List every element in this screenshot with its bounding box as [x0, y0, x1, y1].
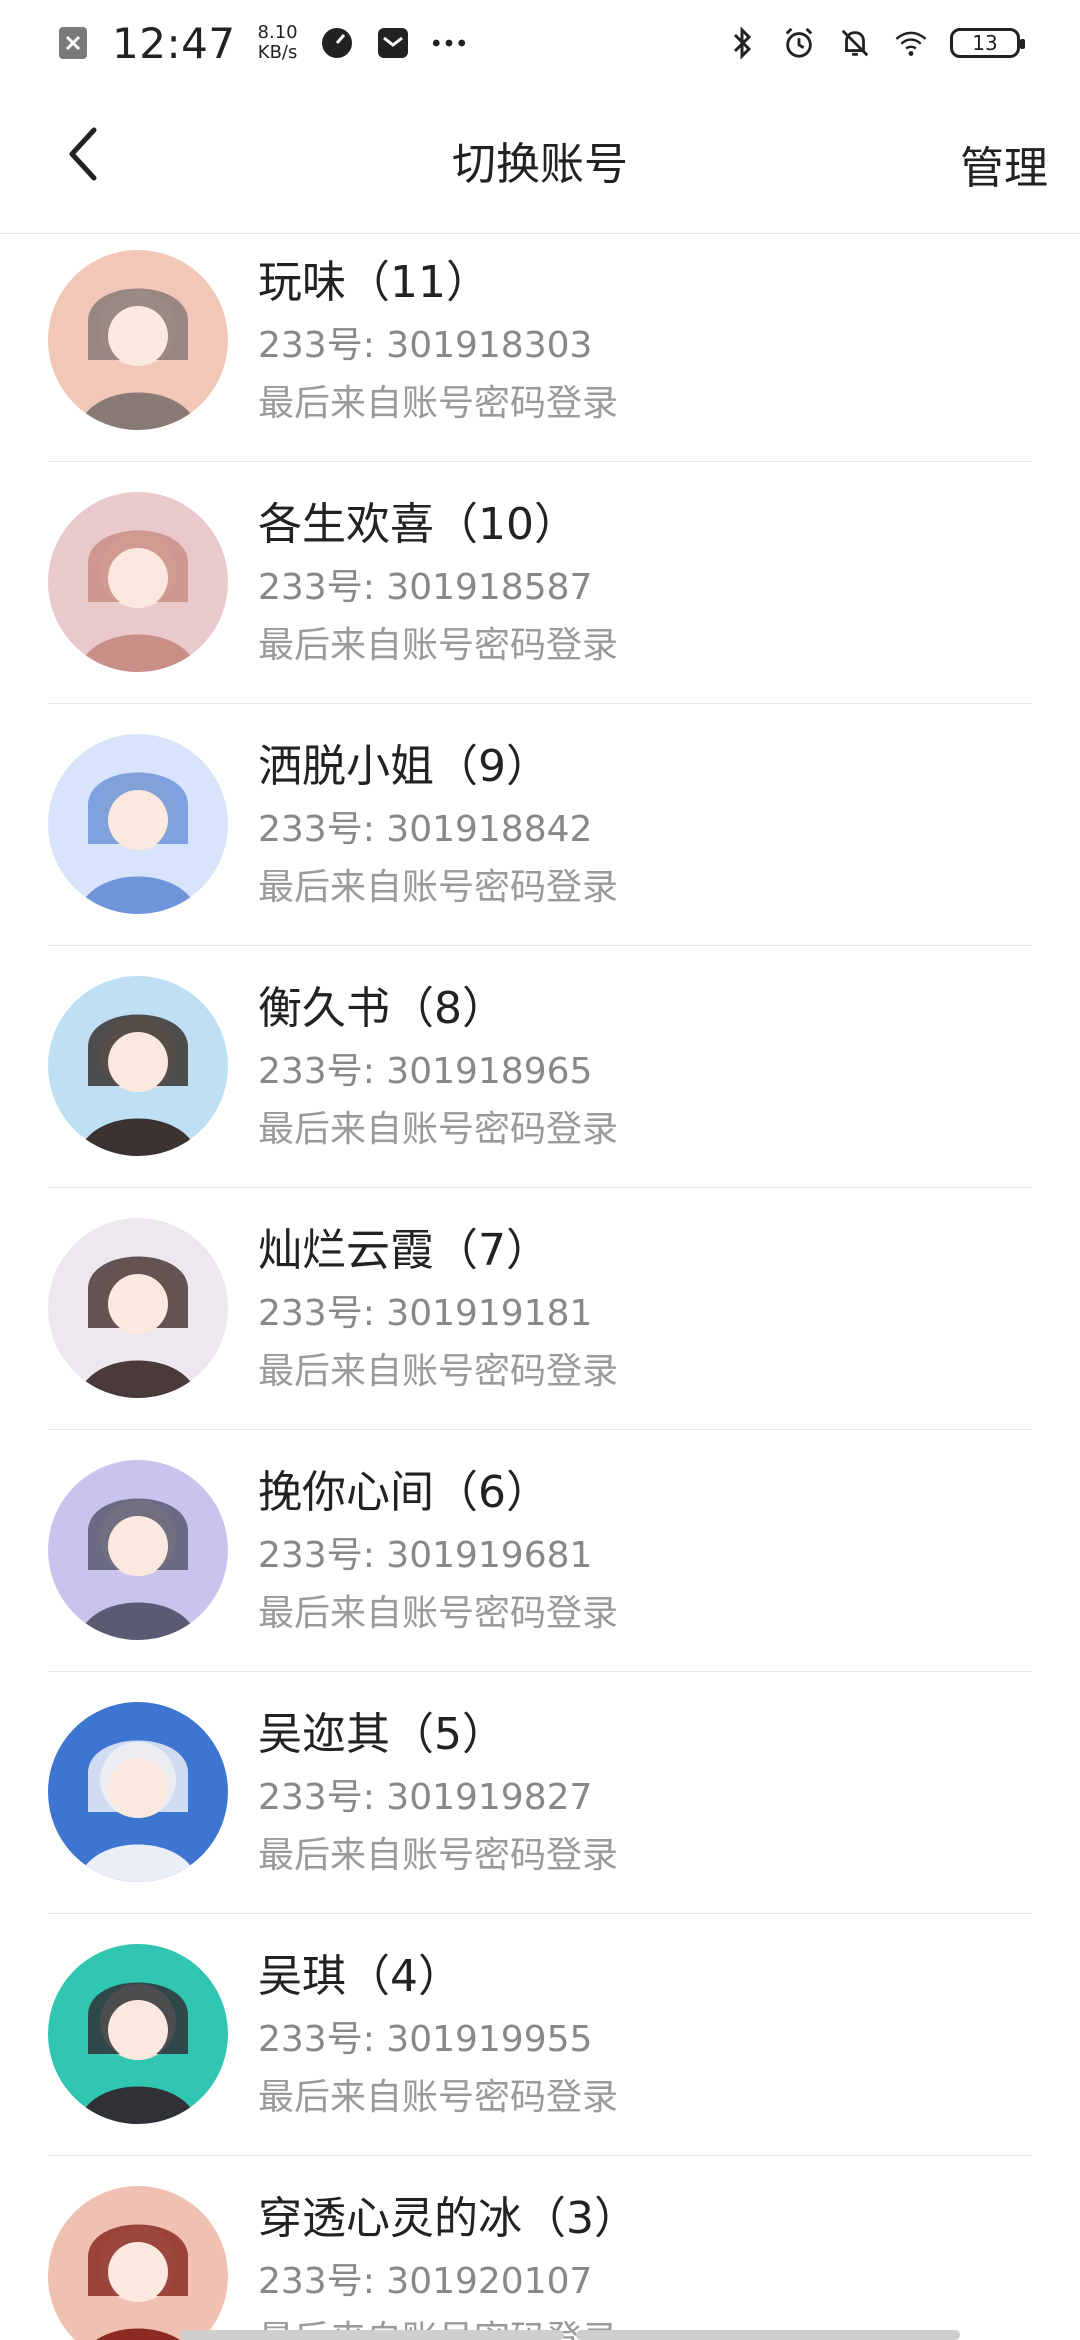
- network-speed: 8.10 KB/s: [257, 22, 298, 63]
- account-id: 233号: 301918303: [258, 325, 593, 366]
- account-row[interactable]: 挽你心间（6） 233号: 301919681 最后来自账号密码登录: [48, 1430, 1032, 1672]
- account-row[interactable]: 穿透心灵的冰（3）233号: 301920107最后来自账号密码登录: [48, 2156, 1032, 2340]
- account-row[interactable]: 灿烂云霞（7） 233号: 301919181 最后来自账号密码登录: [48, 1188, 1032, 1430]
- account-name: 吴迩其（5）: [258, 1709, 506, 1760]
- notification-close-icon: [56, 26, 90, 60]
- account-name: 玩味（11）: [258, 257, 490, 308]
- account-list[interactable]: 玩味（11） 233号: 301918303 最后来自账号密码登录 各生欢喜（10） 2…: [0, 234, 1080, 2340]
- account-name: 吴琪（4）: [258, 1951, 462, 2002]
- account-name: 洒脱小姐（9）: [258, 741, 550, 792]
- account-name: 灿烂云霞（7）: [258, 1225, 550, 1276]
- account-id: 233号: 301920107: [258, 2261, 593, 2302]
- account-id: 233号: 301919681: [258, 1535, 593, 1576]
- top-nav-bar: 切换账号 管理: [0, 86, 1080, 234]
- account-row[interactable]: 吴琪（4） 233号: 301919955 最后来自账号密码登录: [48, 1914, 1032, 2156]
- manage-button[interactable]: 管理: [960, 132, 1048, 196]
- account-row[interactable]: 衡久书（8） 233号: 301918965 最后来自账号密码登录: [48, 946, 1032, 1188]
- message-app-icon: [376, 26, 410, 60]
- status-time: 12:47: [112, 18, 236, 68]
- last-login-method: 最后来自账号密码登录: [258, 1835, 619, 1876]
- back-button[interactable]: [54, 124, 114, 184]
- last-login-method: 最后来自账号密码登录: [258, 2077, 619, 2118]
- bell-off-icon: [838, 26, 872, 60]
- avatar: [48, 1702, 228, 1882]
- battery-indicator: 13: [950, 28, 1025, 58]
- account-id: 233号: 301918965: [258, 1051, 593, 1092]
- avatar: [48, 1944, 228, 2124]
- account-row[interactable]: 洒脱小姐（9） 233号: 301918842 最后来自账号密码登录: [48, 704, 1032, 946]
- avatar: [48, 734, 228, 914]
- avatar: [48, 976, 228, 1156]
- avatar: [48, 492, 228, 672]
- account-id: 233号: 301918842: [258, 809, 593, 850]
- account-id: 233号: 301919955: [258, 2019, 593, 2060]
- account-name: 穿透心灵的冰（3）: [258, 2193, 638, 2244]
- avatar: [48, 250, 228, 430]
- account-name: 衡久书（8）: [258, 983, 506, 1034]
- bluetooth-icon: [726, 26, 760, 60]
- avatar: [48, 2186, 228, 2340]
- last-login-method: 最后来自账号密码登录: [258, 1109, 619, 1150]
- account-row[interactable]: 各生欢喜（10） 233号: 301918587 最后来自账号密码登录: [48, 462, 1032, 704]
- bottom-scroll-indicator: [180, 2330, 960, 2340]
- last-login-method: 最后来自账号密码登录: [258, 867, 619, 908]
- speedometer-icon: [320, 26, 354, 60]
- account-id: 233号: 301919827: [258, 1777, 593, 1818]
- page-title: 切换账号: [452, 138, 628, 190]
- status-bar: 12:47 8.10 KB/s 13: [0, 0, 1080, 86]
- last-login-method: 最后来自账号密码登录: [258, 383, 619, 424]
- last-login-method: 最后来自账号密码登录: [258, 1351, 619, 1392]
- chevron-left-icon: [69, 127, 97, 181]
- account-name: 挽你心间（6）: [258, 1467, 550, 1518]
- alarm-icon: [782, 26, 816, 60]
- account-row[interactable]: 玩味（11） 233号: 301918303 最后来自账号密码登录: [48, 234, 1032, 462]
- account-id: 233号: 301919181: [258, 1293, 593, 1334]
- account-id: 233号: 301918587: [258, 567, 593, 608]
- wifi-icon: [894, 26, 928, 60]
- avatar: [48, 1460, 228, 1640]
- avatar: [48, 1218, 228, 1398]
- account-row[interactable]: 吴迩其（5） 233号: 301919827 最后来自账号密码登录: [48, 1672, 1032, 1914]
- last-login-method: 最后来自账号密码登录: [258, 625, 619, 666]
- account-name: 各生欢喜（10）: [258, 499, 578, 550]
- more-dots-icon: [432, 26, 466, 60]
- last-login-method: 最后来自账号密码登录: [258, 1593, 619, 1634]
